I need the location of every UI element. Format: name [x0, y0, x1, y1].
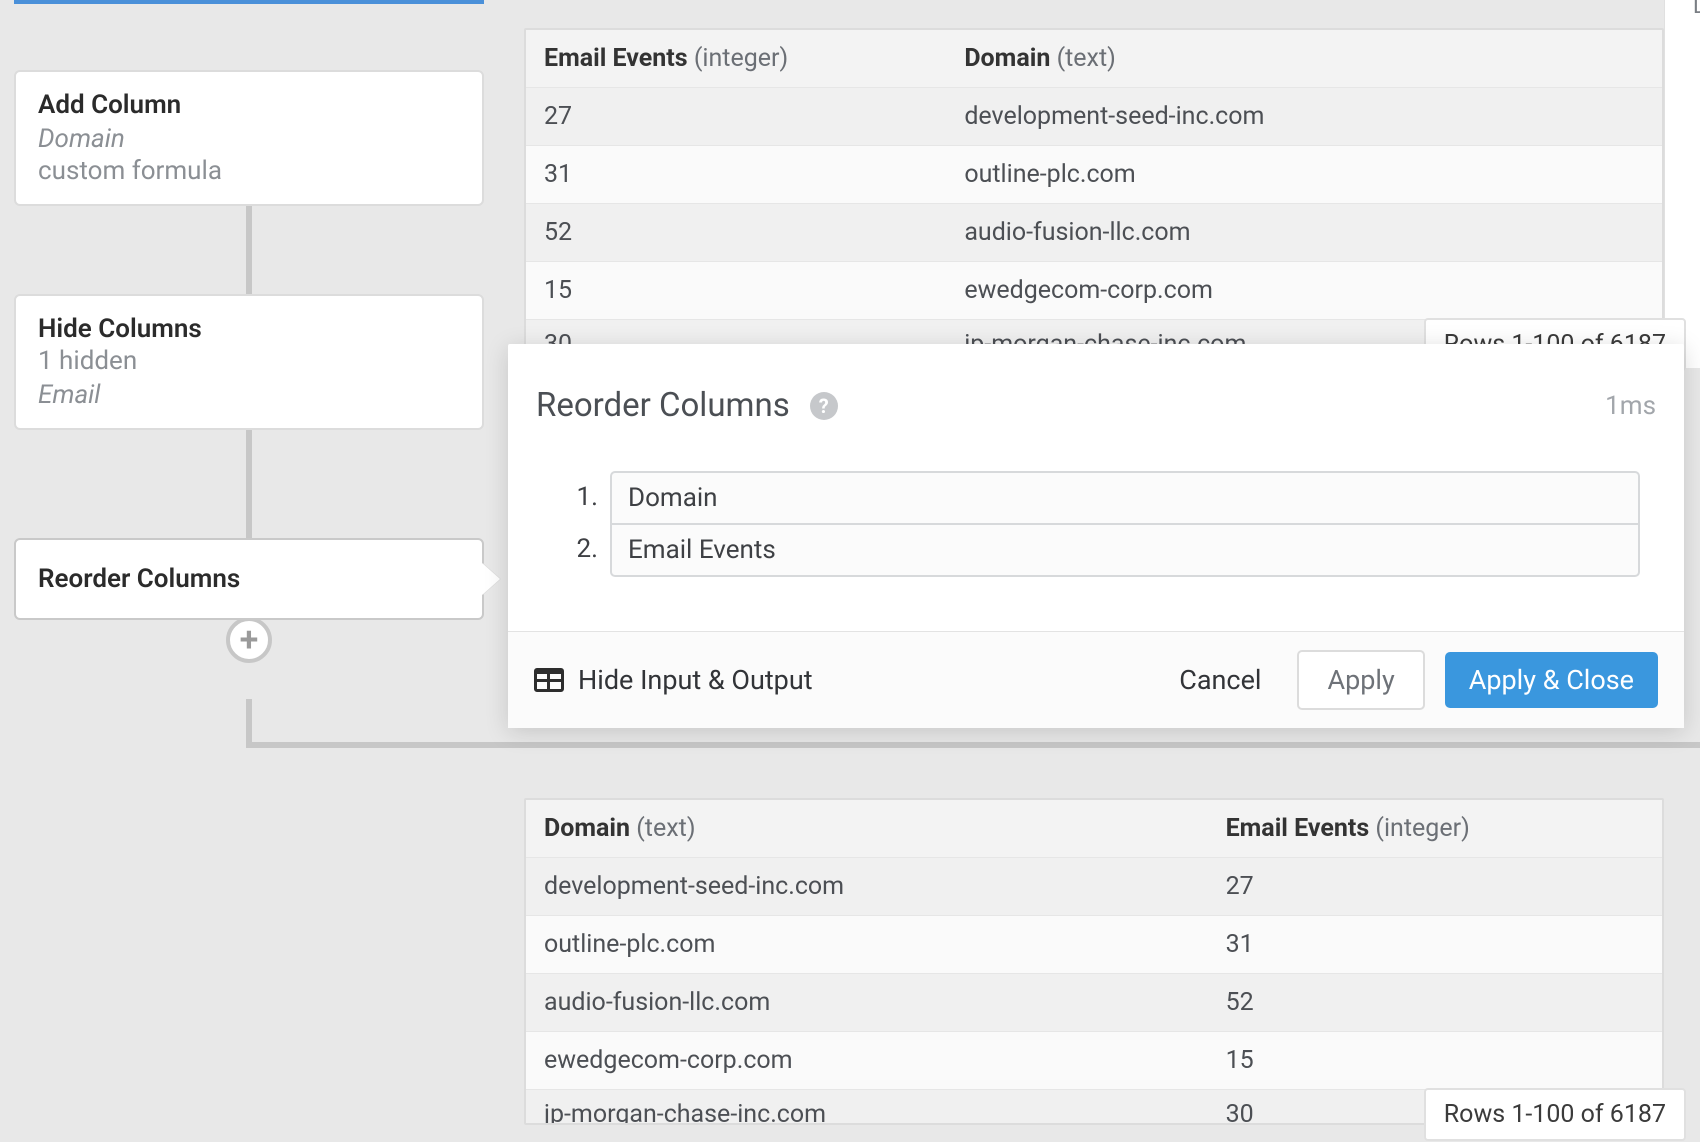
column-header[interactable]: Email Events (integer) [1208, 800, 1662, 858]
connector [246, 430, 252, 538]
pipeline-sidebar: Add Column Domain custom formula Hide Co… [14, 0, 484, 663]
table-row[interactable]: audio-fusion-llc.com 52 [526, 974, 1662, 1032]
rows-count-badge: Rows 1-100 of 6187 [1424, 1088, 1686, 1141]
hide-input-output-toggle[interactable]: Hide Input & Output [534, 664, 813, 696]
reorder-column-field[interactable]: Email Events [610, 523, 1640, 577]
column-header[interactable]: Domain (text) [526, 800, 1208, 858]
table-row[interactable]: 15 ewedgecom-corp.com [526, 262, 1662, 320]
table-row[interactable]: development-seed-inc.com 27 [526, 858, 1662, 916]
table-icon [534, 668, 564, 692]
connector [246, 206, 252, 294]
connector [246, 699, 252, 747]
plus-icon: + [240, 620, 259, 660]
apply-button[interactable]: Apply [1297, 650, 1424, 710]
output-table: Domain (text) Email Events (integer) dev… [526, 800, 1662, 1123]
node-add-column[interactable]: Add Column Domain custom formula [14, 70, 484, 206]
reorder-columns-panel: Reorder Columns ? 1ms 1. Domain 2. Email… [508, 344, 1684, 728]
column-header[interactable]: Domain (text) [946, 30, 1662, 88]
node-title: Reorder Columns [38, 564, 460, 594]
add-step-button[interactable]: + [226, 617, 272, 663]
node-title: Hide Columns [38, 314, 460, 344]
panel-header: Reorder Columns ? 1ms [508, 344, 1684, 453]
node-title: Add Column [38, 90, 460, 120]
node-reorder-columns[interactable]: Reorder Columns [14, 538, 484, 620]
node-detail: custom formula [38, 156, 460, 186]
help-icon[interactable]: ? [810, 392, 838, 420]
connector [246, 742, 1700, 748]
output-table-panel: Domain (text) Email Events (integer) dev… [524, 798, 1664, 1125]
table-row[interactable]: 52 audio-fusion-llc.com [526, 204, 1662, 262]
panel-footer: Hide Input & Output Cancel Apply Apply &… [508, 631, 1684, 728]
node-subtitle: 1 hidden [38, 346, 460, 376]
reorder-index: 2. [552, 534, 610, 564]
column-header[interactable]: Email Events (integer) [526, 30, 946, 88]
panel-title: Reorder Columns [536, 386, 790, 425]
table-row[interactable]: 31 outline-plc.com [526, 146, 1662, 204]
reorder-column-field[interactable]: Domain [610, 471, 1640, 525]
peek-label: Domain [1693, 0, 1700, 19]
table-row[interactable]: outline-plc.com 31 [526, 916, 1662, 974]
node-hide-columns[interactable]: Hide Columns 1 hidden Email [14, 294, 484, 430]
input-table-panel: Email Events (integer) Domain (text) 27 … [524, 28, 1664, 355]
hide-io-label: Hide Input & Output [578, 664, 813, 696]
reorder-index: 1. [552, 482, 610, 512]
table-row[interactable]: 27 development-seed-inc.com [526, 88, 1662, 146]
panel-body: 1. Domain 2. Email Events [508, 453, 1684, 631]
input-table: Email Events (integer) Domain (text) 27 … [526, 30, 1662, 353]
apply-close-button[interactable]: Apply & Close [1445, 652, 1658, 708]
reorder-item[interactable]: 1. Domain [552, 471, 1640, 523]
side-panel-peek: Domain [1664, 0, 1700, 368]
reorder-item[interactable]: 2. Email Events [552, 523, 1640, 575]
execution-time: 1ms [1605, 391, 1656, 421]
node-subtitle: Domain [38, 124, 460, 154]
node-detail: Email [38, 380, 460, 410]
table-row[interactable]: ewedgecom-corp.com 15 [526, 1032, 1662, 1090]
cancel-button[interactable]: Cancel [1163, 654, 1277, 706]
